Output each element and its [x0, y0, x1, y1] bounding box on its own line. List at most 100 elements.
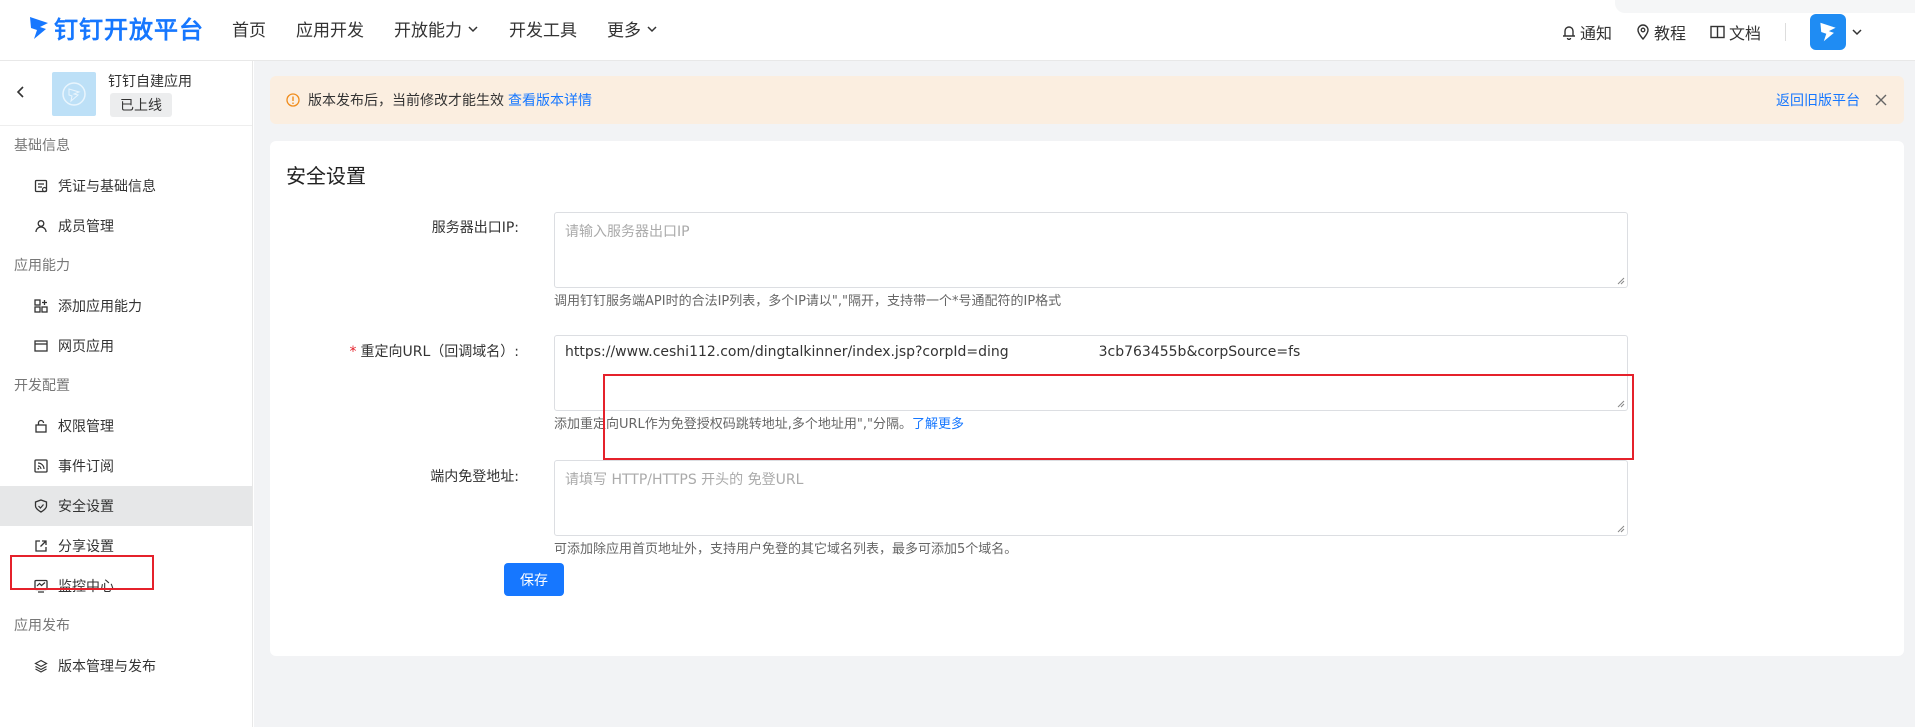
sidebar-item-label: 成员管理 [58, 219, 114, 235]
shield-icon [34, 499, 48, 513]
inapp-label: 端内免登地址: [430, 469, 519, 485]
divider [1785, 23, 1786, 41]
inapp-textarea[interactable]: 请填写 HTTP/HTTPS 开头的 免登URL [554, 460, 1628, 536]
close-icon[interactable] [1874, 93, 1888, 107]
nav-item-home[interactable]: 首页 [232, 16, 266, 41]
redacted-region [1008, 347, 1099, 357]
nav-item-open-capability[interactable]: 开放能力 [394, 16, 479, 41]
sidebar-item-label: 安全设置 [58, 499, 114, 515]
status-badge: 已上线 [110, 93, 172, 117]
notify-label: 通知 [1579, 24, 1612, 43]
id-card-icon [34, 179, 48, 193]
sidebar-item-label: 权限管理 [58, 419, 114, 435]
chevron-down-icon [1852, 29, 1862, 36]
ip-placeholder: 请输入服务器出口IP [565, 224, 690, 240]
section-title: 应用发布 [14, 618, 70, 634]
sidebar-item-label: 网页应用 [58, 339, 114, 355]
redirect-value-part1: https://www.ceshi112.com/dingtalkinner/i… [565, 344, 1009, 360]
logo[interactable]: 钉钉开放平台 [28, 10, 204, 45]
sidebar-item-version[interactable]: 版本管理与发布 [0, 646, 252, 686]
sidebar-item-label: 事件订阅 [58, 459, 114, 475]
avatar [1810, 14, 1846, 50]
resize-handle-icon[interactable] [1617, 277, 1625, 285]
docs-label: 文档 [1728, 24, 1761, 43]
nav-label: 首页 [232, 21, 266, 41]
top-right-actions: 通知 教程 文档 [1538, 14, 1863, 50]
ip-label: 服务器出口IP: [431, 220, 519, 236]
highlight-box [10, 555, 154, 590]
location-pin-icon [1637, 24, 1649, 40]
sidebar-item-label: 添加应用能力 [58, 299, 142, 315]
lock-icon [35, 419, 47, 433]
section-title: 应用能力 [14, 258, 70, 274]
layers-icon [34, 659, 48, 673]
nav-label: 开放能力 [394, 21, 462, 41]
user-menu[interactable] [1810, 14, 1863, 50]
nav-item-more[interactable]: 更多 [607, 16, 658, 41]
share-icon [35, 540, 47, 552]
redirect-label: * 重定向URL（回调域名）: [350, 341, 520, 361]
notice-banner: 版本发布后，当前修改才能生效 查看版本详情 返回旧版平台 [270, 76, 1904, 124]
main-content: 版本发布后，当前修改才能生效 查看版本详情 返回旧版平台 安全设置 服务器出口IP… [254, 61, 1915, 727]
required-asterisk: * [349, 344, 357, 360]
rss-icon [34, 459, 48, 473]
sidebar-item-web-app[interactable]: 网页应用 [0, 326, 252, 366]
sidebar-item-credentials[interactable]: 凭证与基础信息 [0, 166, 252, 206]
app-header: 钉钉自建应用 已上线 [0, 61, 252, 126]
chevron-down-icon [647, 25, 657, 32]
docs-link[interactable]: 文档 [1710, 20, 1761, 44]
section-title: 基础信息 [14, 138, 70, 154]
ip-help: 调用钉钉服务端API时的合法IP列表，多个IP请以","隔开，支持带一个*号通配… [554, 294, 1062, 309]
dingtalk-avatar-icon [1820, 22, 1836, 42]
grid-add-icon [34, 299, 48, 313]
section-title: 开发配置 [14, 378, 70, 394]
redirect-label-text: 重定向URL（回调域名）: [360, 344, 520, 360]
highlight-box [603, 374, 1634, 460]
app-placeholder-icon [62, 82, 86, 106]
top-right-strip [1615, 0, 1915, 13]
notify-link[interactable]: 通知 [1562, 20, 1612, 44]
info-icon [286, 93, 300, 107]
browser-icon [34, 340, 48, 352]
top-nav: 钉钉开放平台 首页 应用开发 开放能力 开发工具 更多 通知 教程 文档 [0, 0, 1915, 61]
nav-item-app-dev[interactable]: 应用开发 [296, 16, 364, 41]
user-icon [35, 220, 47, 233]
sidebar-item-event-subscription[interactable]: 事件订阅 [0, 446, 252, 486]
sidebar-item-label: 凭证与基础信息 [58, 179, 156, 195]
sidebar-item-members[interactable]: 成员管理 [0, 206, 252, 246]
page-title: 安全设置 [286, 164, 366, 188]
redirect-value: https://www.ceshi112.com/dingtalkinner/i… [565, 344, 1300, 360]
nav-item-dev-tools[interactable]: 开发工具 [509, 16, 577, 41]
logo-text: 钉钉开放平台 [54, 16, 204, 44]
sidebar-item-label: 分享设置 [58, 539, 114, 555]
dingtalk-logo-icon [30, 16, 48, 39]
book-icon [1710, 25, 1725, 39]
save-button[interactable]: 保存 [504, 563, 564, 596]
sidebar-item-permissions[interactable]: 权限管理 [0, 406, 252, 446]
inapp-placeholder: 请填写 HTTP/HTTPS 开头的 免登URL [565, 472, 804, 488]
sidebar-item-security[interactable]: 安全设置 [0, 486, 252, 526]
resize-handle-icon[interactable] [1617, 525, 1625, 533]
nav-label: 更多 [607, 21, 641, 41]
nav-label: 应用开发 [296, 21, 364, 41]
main-nav: 首页 应用开发 开放能力 开发工具 更多 [232, 16, 688, 41]
notice-actions: 返回旧版平台 [1776, 90, 1888, 110]
tutorial-link[interactable]: 教程 [1636, 20, 1686, 44]
nav-label: 开发工具 [509, 21, 577, 41]
sidebar-item-label: 版本管理与发布 [58, 659, 156, 675]
old-platform-link[interactable]: 返回旧版平台 [1776, 90, 1860, 110]
tutorial-label: 教程 [1653, 24, 1686, 43]
inapp-help: 可添加除应用首页地址外，支持用户免登的其它域名列表，最多可添加5个域名。 [554, 542, 1018, 557]
version-details-link[interactable]: 查看版本详情 [508, 93, 592, 109]
app-name: 钉钉自建应用 [108, 74, 192, 90]
chevron-down-icon [468, 25, 478, 32]
back-arrow-icon[interactable] [14, 84, 28, 100]
ip-textarea[interactable]: 请输入服务器出口IP [554, 212, 1628, 288]
bell-icon [1562, 25, 1575, 40]
sidebar: 钉钉自建应用 已上线 基础信息 凭证与基础信息 成员管理 应用能力 添加应用能力… [0, 61, 253, 727]
notice-message: 版本发布后，当前修改才能生效 [308, 93, 504, 109]
redirect-value-part2: 3cb763455b&corpSource=fs [1098, 344, 1301, 360]
notice-text: 版本发布后，当前修改才能生效 查看版本详情 [308, 90, 592, 110]
app-logo [52, 72, 96, 116]
sidebar-item-add-capability[interactable]: 添加应用能力 [0, 286, 252, 326]
